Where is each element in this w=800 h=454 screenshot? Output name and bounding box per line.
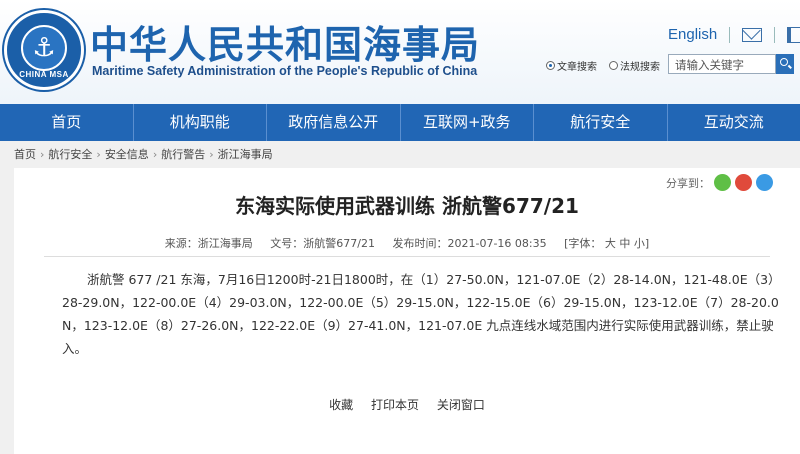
divider [774, 26, 776, 43]
divider [44, 256, 770, 257]
main-nav: 首页 机构职能 政府信息公开 互联网+政务 航行安全 互动交流 [0, 104, 800, 141]
article-title: 东海实际使用武器训练 浙航警677/21 [235, 194, 579, 218]
article-body: 浙航警 677 /21 东海，7月16日1200时-21日1800时，在（1）2… [62, 272, 781, 356]
radio-article-label: 文章搜索 [557, 62, 597, 73]
meta-time: 发布时间：2021-07-16 08:35 [392, 237, 547, 250]
nav-item-interaction[interactable]: 互动交流 [668, 104, 800, 141]
nav-item-home[interactable]: 首页 [0, 104, 134, 141]
qzone-icon[interactable] [756, 174, 773, 191]
print-link[interactable]: 打印本页 [371, 398, 419, 412]
top-links: English [668, 26, 800, 43]
radio-dot[interactable] [609, 61, 618, 70]
article-actions: 收藏 打印本页 关闭窗口 [14, 396, 800, 413]
breadcrumb-nav-safety[interactable]: 航行安全 [48, 148, 92, 161]
breadcrumb-home[interactable]: 首页 [14, 148, 36, 161]
radio-dot[interactable] [546, 61, 555, 70]
radio-article-search[interactable]: 文章搜索 [546, 58, 597, 73]
breadcrumb-zhejiang[interactable]: 浙江海事局 [218, 148, 273, 161]
search-input[interactable]: 请输入关键字 [668, 54, 776, 74]
english-link[interactable]: English [668, 26, 717, 43]
breadcrumb: 首页 › 航行安全 › 安全信息 › 航行警告 › 浙江海事局 [14, 148, 273, 161]
font-size-control[interactable]: [字体： 大 中 小] [564, 237, 649, 250]
breadcrumb-nav-warnings[interactable]: 航行警告 [161, 148, 205, 161]
wechat-icon[interactable] [714, 174, 731, 191]
site-header: ⚓ CHINA MSA 中华人民共和国海事局 Maritime Safety A… [0, 0, 800, 104]
search-button[interactable] [776, 54, 794, 74]
weibo-icon[interactable] [735, 174, 752, 191]
nav-item-internet-gov[interactable]: 互联网+政务 [401, 104, 534, 141]
anchor-icon: ⚓ [32, 33, 56, 63]
divider [729, 26, 731, 43]
nav-item-gov-info[interactable]: 政府信息公开 [267, 104, 401, 141]
meta-source: 来源：浙江海事局 [164, 237, 253, 250]
article-meta: 来源：浙江海事局 文号：浙航警677/21 发布时间：2021-07-16 08… [14, 235, 800, 251]
book-icon[interactable] [787, 26, 800, 43]
favorite-link[interactable]: 收藏 [329, 398, 353, 412]
radio-regulation-label: 法规搜索 [620, 62, 660, 73]
logo-inner: ⚓ [21, 25, 67, 71]
share-bar: 分享到： [666, 174, 773, 191]
breadcrumb-safety-info[interactable]: 安全信息 [105, 148, 149, 161]
article-panel: 分享到： 东海实际使用武器训练 浙航警677/21 来源：浙江海事局 文号：浙航… [14, 168, 800, 454]
share-label: 分享到： [666, 176, 710, 190]
msa-logo[interactable]: ⚓ CHINA MSA [4, 10, 84, 90]
nav-item-functions[interactable]: 机构职能 [134, 104, 267, 141]
radio-regulation-search[interactable]: 法规搜索 [609, 58, 660, 73]
close-window-link[interactable]: 关闭窗口 [437, 398, 485, 412]
mail-icon[interactable] [742, 27, 763, 42]
logo-text: CHINA MSA [19, 70, 69, 79]
meta-doc-no: 文号：浙航警677/21 [270, 237, 375, 250]
search-options: 文章搜索 法规搜索 [546, 58, 660, 73]
org-name-cn: 中华人民共和国海事局 [90, 23, 481, 67]
nav-item-nav-safety[interactable]: 航行安全 [534, 104, 668, 141]
org-name-en: Maritime Safety Administration of the Pe… [92, 64, 478, 78]
search-icon [780, 58, 788, 66]
